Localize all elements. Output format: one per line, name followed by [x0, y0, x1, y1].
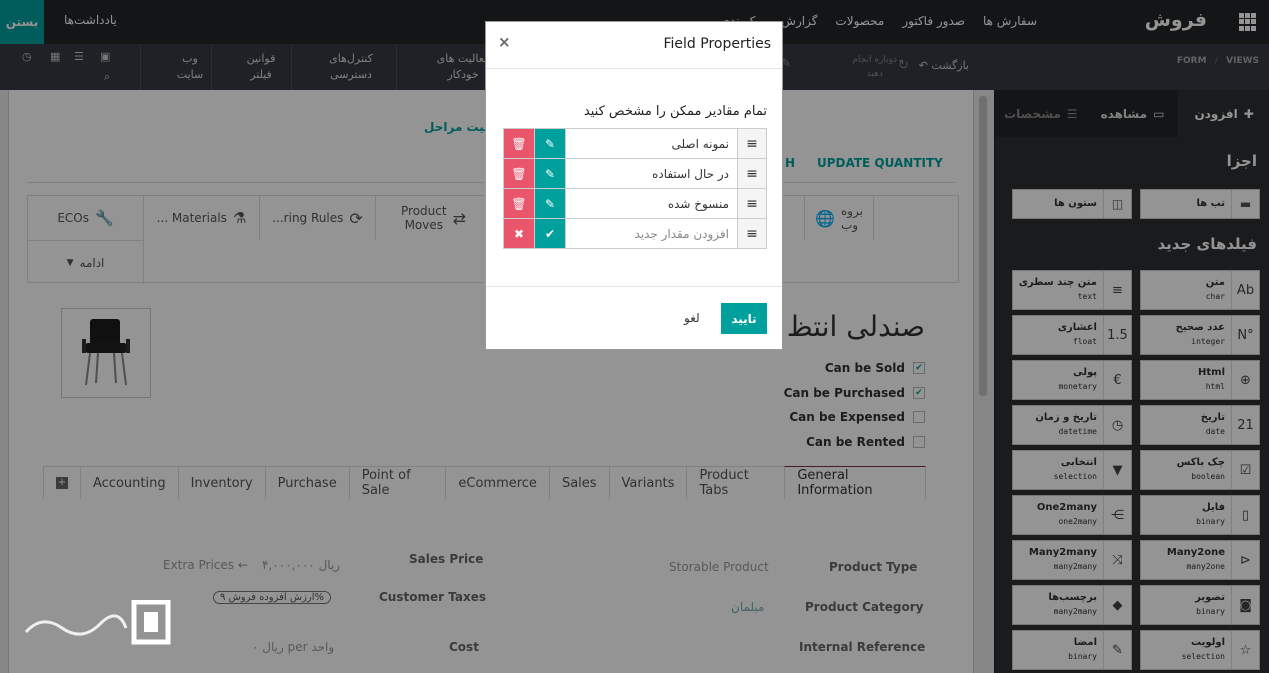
trash-icon[interactable]: 🗑 — [503, 188, 535, 219]
dialog-instruction: تمام مقادیر ممکن را مشخص کنید — [583, 104, 767, 119]
cancel-button[interactable]: لغو — [684, 311, 700, 325]
drag-handle-icon[interactable]: ≡ — [737, 188, 767, 219]
trash-icon[interactable]: 🗑 — [503, 158, 535, 189]
new-value-input[interactable]: افزودن مقدار جدید — [565, 218, 738, 249]
dialog-title: Field Properties — [663, 36, 771, 52]
value-text: نمونه اصلی — [565, 128, 738, 159]
drag-handle-icon[interactable]: ≡ — [737, 128, 767, 159]
value-row: 🗑 ✎ در حال استفاده ≡ — [503, 158, 767, 189]
confirm-button[interactable]: تایید — [721, 303, 767, 334]
dialog-header: Field Properties × — [486, 22, 782, 69]
edit-icon[interactable]: ✎ — [534, 128, 566, 159]
watermark-logo — [22, 599, 172, 650]
new-value-row: ✖ ✔ افزودن مقدار جدید ≡ — [503, 218, 767, 249]
value-text: منسوخ شده — [565, 188, 738, 219]
value-text: در حال استفاده — [565, 158, 738, 189]
value-row: 🗑 ✎ منسوخ شده ≡ — [503, 188, 767, 219]
check-icon[interactable]: ✔ — [534, 218, 566, 249]
field-properties-dialog: Field Properties × تمام مقادیر ممکن را م… — [485, 21, 783, 350]
drag-handle-icon[interactable]: ≡ — [737, 158, 767, 189]
close-icon[interactable]: × — [498, 33, 511, 51]
discard-icon[interactable]: ✖ — [503, 218, 535, 249]
value-row: 🗑 ✎ نمونه اصلی ≡ — [503, 128, 767, 159]
drag-handle-icon[interactable]: ≡ — [737, 218, 767, 249]
trash-icon[interactable]: 🗑 — [503, 128, 535, 159]
edit-icon[interactable]: ✎ — [534, 158, 566, 189]
selection-values-table: 🗑 ✎ نمونه اصلی ≡ 🗑 ✎ در حال استفاده ≡ 🗑 … — [503, 128, 767, 249]
edit-icon[interactable]: ✎ — [534, 188, 566, 219]
